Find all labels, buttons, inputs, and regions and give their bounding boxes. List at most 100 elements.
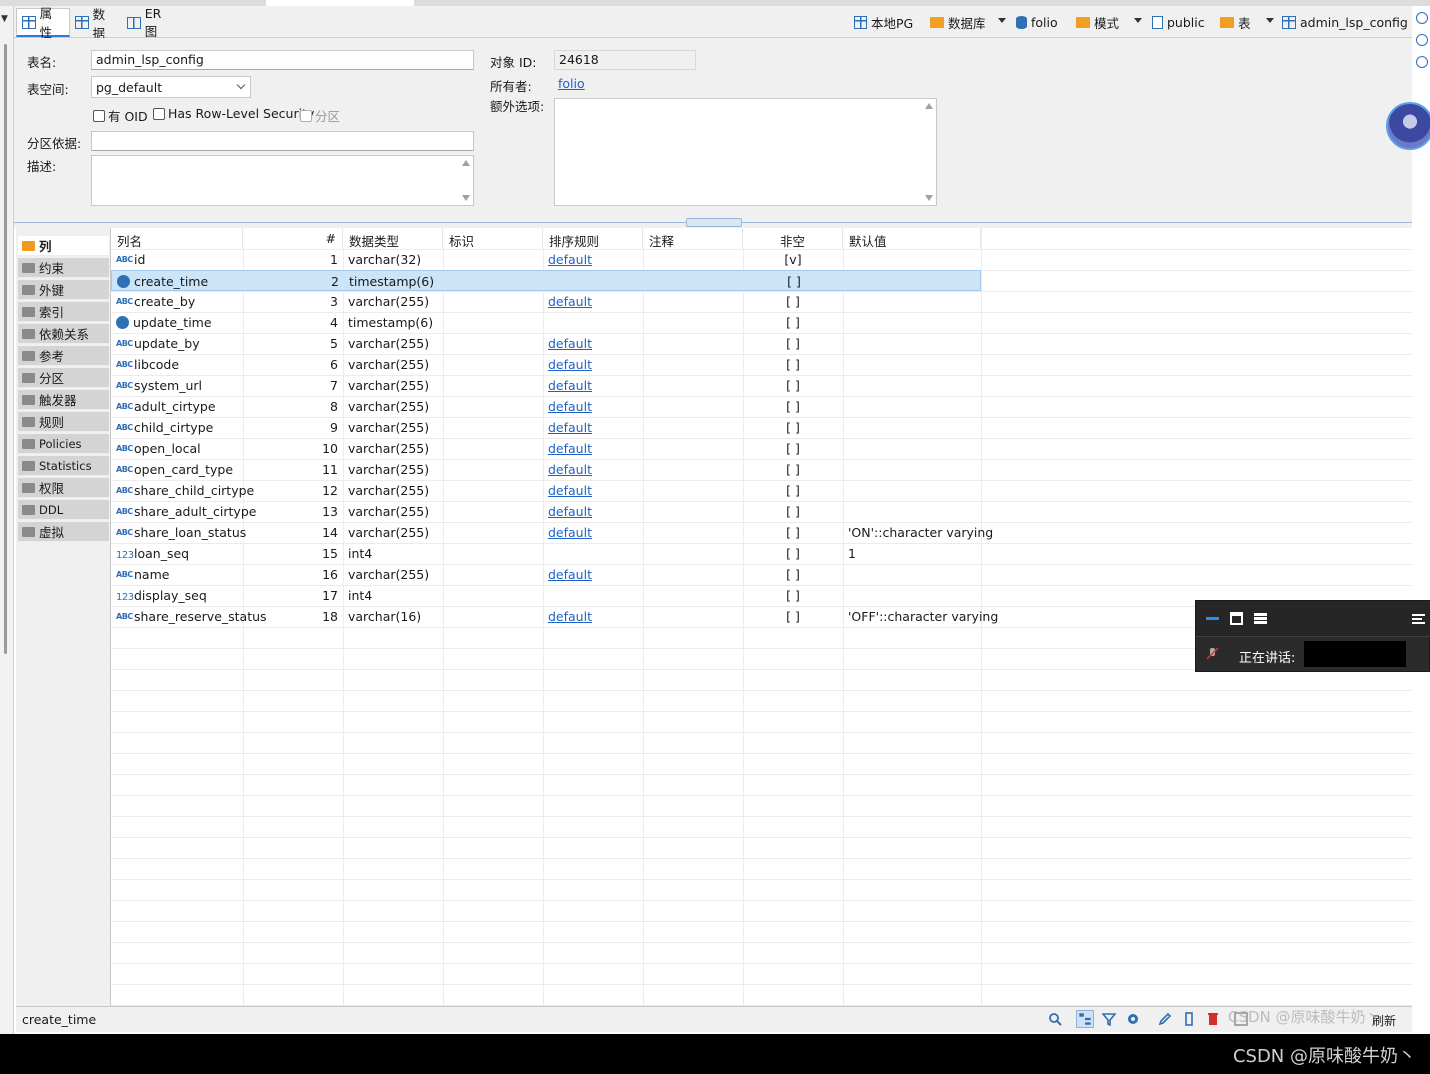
cell-comment[interactable]: [643, 291, 743, 312]
cell-comment[interactable]: [643, 543, 743, 564]
cell-default[interactable]: [843, 459, 981, 480]
cell-identity[interactable]: [443, 312, 543, 333]
cell-collation[interactable]: default: [543, 375, 643, 396]
cell-not-null[interactable]: [ ]: [743, 333, 843, 354]
tablespace-select[interactable]: pg_default: [91, 76, 251, 98]
cell-data-type[interactable]: int4: [343, 543, 443, 564]
cell-collation[interactable]: default: [543, 438, 643, 459]
collation-link[interactable]: default: [548, 504, 592, 519]
cell-not-null[interactable]: [ ]: [743, 417, 843, 438]
collation-link[interactable]: default: [548, 357, 592, 372]
cell-data-type[interactable]: varchar(255): [343, 333, 443, 354]
cell-comment[interactable]: [644, 271, 744, 292]
collation-link[interactable]: default: [548, 399, 592, 414]
cell-number[interactable]: 6: [243, 354, 343, 375]
breadcrumb-schemas[interactable]: 模式: [1076, 12, 1119, 32]
sidebar-item-statistics[interactable]: Statistics: [18, 456, 109, 476]
table-row[interactable]: ABCopen_card_type 11 varchar(255) default[ …: [111, 459, 981, 480]
cell-comment[interactable]: [643, 333, 743, 354]
splitter-handle[interactable]: [686, 218, 742, 227]
column-header-data-type[interactable]: 数据类型: [343, 228, 443, 249]
add-column-icon[interactable]: [1182, 1012, 1196, 1026]
cell-default[interactable]: [843, 312, 981, 333]
collation-link[interactable]: default: [548, 252, 592, 267]
minimize-icon[interactable]: [1206, 612, 1219, 625]
cell-identity[interactable]: [443, 501, 543, 522]
cell-identity[interactable]: [443, 438, 543, 459]
breadcrumb-database[interactable]: folio: [1016, 12, 1058, 32]
cell-identity[interactable]: [443, 333, 543, 354]
breadcrumb-connection[interactable]: 本地PG: [854, 12, 913, 32]
has-oid-checkbox[interactable]: 有 OID: [93, 106, 148, 125]
table-row[interactable]: 123display_seq 17 int4[ ]: [111, 585, 981, 606]
cell-identity[interactable]: [443, 522, 543, 543]
table-row[interactable]: ABCname 16 varchar(255) default[ ]: [111, 564, 981, 585]
table-row[interactable]: ABClibcode 6 varchar(255) default[ ]: [111, 354, 981, 375]
cell-column-name[interactable]: ABCopen_card_type: [111, 459, 243, 480]
cell-default[interactable]: [843, 585, 981, 606]
delete-icon[interactable]: [1206, 1012, 1220, 1026]
tree-view-icon[interactable]: [1076, 1010, 1094, 1028]
sidebar-item-triggers[interactable]: 触发器: [18, 390, 109, 410]
cell-column-name[interactable]: ABCsystem_url: [111, 375, 243, 396]
table-row[interactable]: ABCshare_child_cirtype 12 varchar(255) defa…: [111, 480, 981, 501]
cell-collation[interactable]: [543, 543, 643, 564]
cell-data-type[interactable]: varchar(255): [343, 501, 443, 522]
cell-identity[interactable]: [443, 375, 543, 396]
tables-dropdown-icon[interactable]: [1266, 18, 1274, 23]
cell-data-type[interactable]: varchar(255): [343, 375, 443, 396]
sidebar-item-policies[interactable]: Policies: [18, 434, 109, 454]
cell-collation[interactable]: default: [543, 606, 643, 627]
cell-data-type[interactable]: varchar(255): [343, 417, 443, 438]
cell-comment[interactable]: [643, 375, 743, 396]
cell-identity[interactable]: [443, 459, 543, 480]
sidebar-item-foreign-keys[interactable]: 外键: [18, 280, 109, 300]
cell-not-null[interactable]: [ ]: [743, 606, 843, 627]
cell-number[interactable]: 17: [243, 585, 343, 606]
column-header-name[interactable]: 列名: [111, 228, 243, 249]
cell-identity[interactable]: [443, 564, 543, 585]
window-icon[interactable]: [1230, 612, 1243, 625]
cell-comment[interactable]: [643, 480, 743, 501]
cell-identity[interactable]: [443, 249, 543, 270]
table-row[interactable]: ABCsystem_url 7 varchar(255) default [ ]: [111, 375, 981, 396]
cell-not-null[interactable]: [ ]: [743, 354, 843, 375]
breadcrumb-tables[interactable]: 表: [1220, 12, 1251, 32]
cell-collation[interactable]: default: [543, 501, 643, 522]
collation-link[interactable]: default: [548, 525, 592, 540]
cell-number[interactable]: 7: [243, 375, 343, 396]
collation-link[interactable]: default: [548, 609, 592, 624]
cell-not-null[interactable]: [ ]: [743, 459, 843, 480]
cell-identity[interactable]: [444, 271, 544, 292]
cell-default[interactable]: [843, 354, 981, 375]
sidebar-item-references[interactable]: 参考: [18, 346, 109, 366]
cell-data-type[interactable]: timestamp(6): [343, 312, 443, 333]
table-row[interactable]: ABCshare_reserve_status 18 varchar(16) defa…: [111, 606, 998, 627]
collation-link[interactable]: default: [548, 378, 592, 393]
sidebar-item-permissions[interactable]: 权限: [18, 478, 109, 498]
cell-identity[interactable]: [443, 480, 543, 501]
cell-identity[interactable]: [443, 606, 543, 627]
cell-not-null[interactable]: [ ]: [743, 312, 843, 333]
cell-default[interactable]: [843, 564, 981, 585]
cell-not-null[interactable]: [ ]: [743, 375, 843, 396]
sidebar-item-virtual[interactable]: 虚拟: [18, 522, 109, 542]
cell-not-null[interactable]: [ ]: [743, 564, 843, 585]
cell-data-type[interactable]: varchar(255): [343, 396, 443, 417]
table-row[interactable]: update_time 4 timestamp(6) [ ]: [111, 312, 981, 333]
cell-data-type[interactable]: varchar(255): [343, 291, 443, 312]
sidebar-item-columns[interactable]: 列: [18, 236, 109, 256]
cell-column-name[interactable]: ABCcreate_by: [111, 291, 243, 312]
cell-not-null[interactable]: [ ]: [744, 271, 844, 292]
table-row[interactable]: 123loan_seq 15 int4[ ] 1: [111, 543, 981, 564]
cell-number[interactable]: 12: [243, 480, 343, 501]
filter-icon[interactable]: [1102, 1012, 1116, 1026]
schemas-dropdown-icon[interactable]: [1134, 18, 1142, 23]
row-level-security-box[interactable]: [153, 107, 165, 120]
cell-column-name[interactable]: 123loan_seq: [111, 543, 243, 564]
cell-column-name[interactable]: ABCchild_cirtype: [111, 417, 243, 438]
grid-view-icon[interactable]: [1254, 612, 1267, 625]
cell-collation[interactable]: [543, 585, 643, 606]
cell-collation[interactable]: default: [543, 249, 643, 270]
collapse-arrow-icon[interactable]: ▼: [1, 14, 8, 24]
